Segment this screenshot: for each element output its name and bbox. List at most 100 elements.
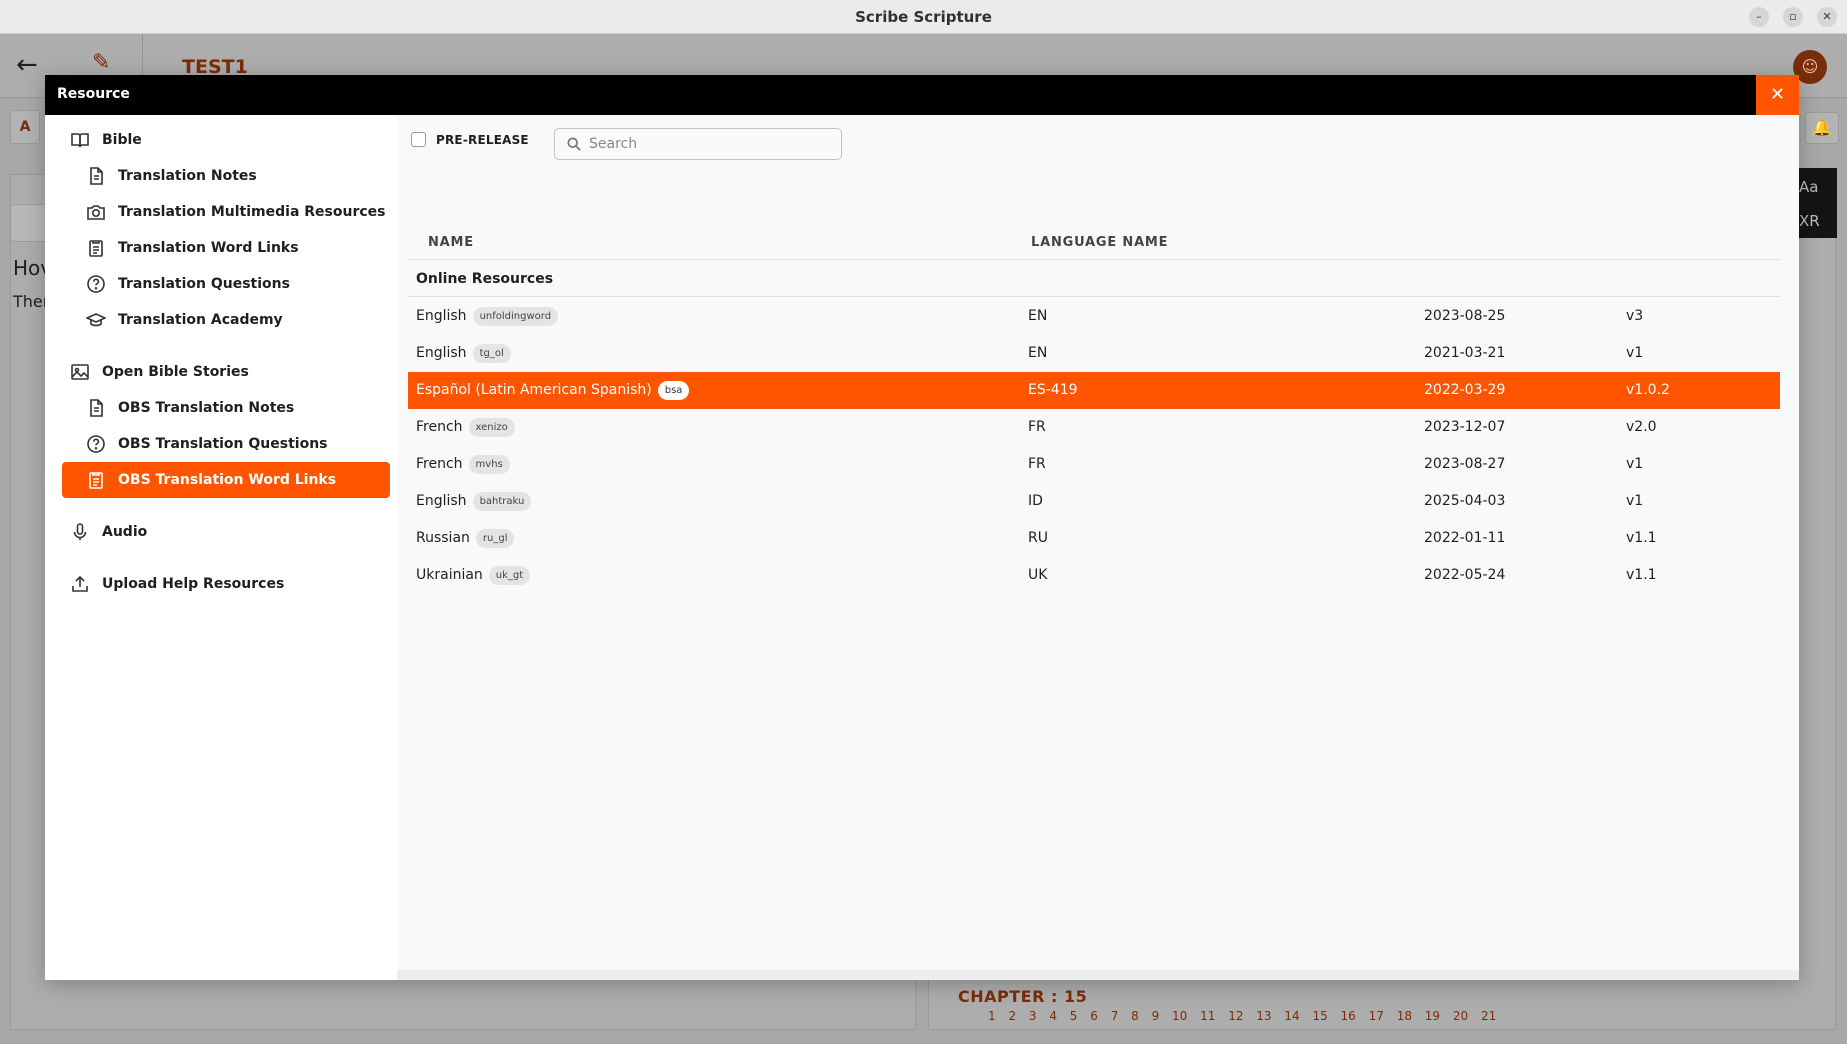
background-tab[interactable]: A [10,110,40,144]
section-label: Online Resources [416,271,554,287]
sidebar-item-label: OBS Translation Questions [118,436,328,452]
document-icon [86,398,106,418]
version: v1.1 [1626,530,1657,546]
column-header-language[interactable]: LANGUAGE NAME [1031,235,1168,250]
sidebar-item-label: Translation Questions [118,276,290,292]
window-titlebar: Scribe Scripture – ▫ ✕ [0,0,1847,34]
resource-name: English [416,345,467,361]
sidebar-item-translation-questions[interactable]: Translation Questions [62,266,390,302]
sidebar-item-bible[interactable]: Bible [62,122,390,158]
resource-name: English [416,493,467,509]
release-date: 2023-08-27 [1424,456,1506,472]
clipboard-icon [86,238,106,258]
table-row[interactable]: French xenizo FR 2023-12-07 v2.0 [408,409,1780,446]
table-row[interactable]: French mvhs FR 2023-08-27 v1 [408,446,1780,483]
language-code: EN [1028,308,1048,324]
modal-title: Resource [57,86,130,102]
prerelease-label: PRE-RELEASE [436,132,529,147]
owner-tag: uk_gt [488,566,531,585]
resource-name-cell: English bahtraku [416,483,532,520]
back-arrow-icon[interactable]: ← [16,50,38,80]
language-code: ID [1028,493,1043,509]
prerelease-toggle[interactable]: PRE-RELEASE [411,132,529,147]
sidebar-item-obs-translation-notes[interactable]: OBS Translation Notes [62,390,390,426]
owner-tag: xenizo [468,418,515,437]
horizontal-scrollbar[interactable] [397,970,1799,980]
release-date: 2022-03-29 [1424,382,1506,398]
sidebar-item-label: Open Bible Stories [102,364,249,380]
table-row[interactable]: English tg_ol EN 2021-03-21 v1 [408,335,1780,372]
background-body-text: Ther [13,292,50,311]
sidebar-item-translation-multimedia-resources[interactable]: Translation Multimedia Resources [62,194,390,230]
window-title: Scribe Scripture [855,8,992,26]
camera-icon [86,202,106,222]
upload-icon [70,574,90,594]
resource-name-cell: English tg_ol [416,335,511,372]
table-row[interactable]: Russian ru_gl RU 2022-01-11 v1.1 [408,520,1780,557]
background-input[interactable] [10,204,50,242]
book-icon [70,130,90,150]
sidebar-item-open-bible-stories[interactable]: Open Bible Stories [62,354,390,390]
section-header-online-resources: Online Resources [408,260,1780,297]
version: v1 [1626,456,1644,472]
release-date: 2025-04-03 [1424,493,1506,509]
font-size-tool[interactable]: Aa [1799,174,1837,208]
language-code: UK [1028,567,1048,583]
resource-name: Español (Latin American Spanish) [416,382,652,398]
resource-name: French [416,456,463,472]
sidebar-item-upload-help-resources[interactable]: Upload Help Resources [62,566,390,602]
prerelease-checkbox[interactable] [411,132,426,147]
release-date: 2021-03-21 [1424,345,1506,361]
search-box[interactable] [554,128,842,160]
table-row[interactable]: English bahtraku ID 2025-04-03 v1 [408,483,1780,520]
image-icon [70,362,90,382]
search-icon [567,137,581,151]
question-circle-icon [86,274,106,294]
sidebar-item-audio[interactable]: Audio [62,514,390,550]
sidebar-item-obs-translation-word-links[interactable]: OBS Translation Word Links [62,462,390,498]
sidebar-item-label: Translation Word Links [118,240,299,256]
sidebar-item-label: Translation Notes [118,168,257,184]
language-code: RU [1028,530,1048,546]
sidebar-item-label: Translation Academy [118,312,283,328]
resource-name: Ukrainian [416,567,483,583]
search-input[interactable] [589,136,829,152]
table-row[interactable]: English unfoldingword EN 2023-08-25 v3 [408,298,1780,335]
side-tools: Aa XR [1797,168,1837,238]
resource-name-cell: Russian ru_gl [416,520,515,557]
sidebar-item-translation-word-links[interactable]: Translation Word Links [62,230,390,266]
owner-tag: ru_gl [475,529,515,548]
verse-numbers[interactable]: 1 2 3 4 5 6 7 8 9 10 11 12 13 14 15 16 1… [988,1009,1496,1023]
close-icon[interactable]: ✕ [1756,75,1799,115]
sidebar-item-translation-academy[interactable]: Translation Academy [62,302,390,338]
sidebar-item-label: OBS Translation Word Links [118,472,337,488]
clipboard-icon [86,470,106,490]
bell-icon[interactable]: 🔔 [1805,112,1839,144]
table-row-selected[interactable]: Español (Latin American Spanish) bsa ES-4… [408,372,1780,409]
sidebar-item-label: OBS Translation Notes [118,400,295,416]
owner-tag: tg_ol [472,344,511,363]
version: v1 [1626,493,1644,509]
graduation-cap-icon [85,310,107,330]
maximize-button[interactable]: ▫ [1783,7,1803,27]
language-code: EN [1028,345,1048,361]
sidebar-item-translation-notes[interactable]: Translation Notes [62,158,390,194]
close-window-button[interactable]: ✕ [1817,7,1837,27]
table-row[interactable]: Ukrainian uk_gt UK 2022-05-24 v1.1 [408,557,1780,594]
column-header-name[interactable]: NAME [428,235,474,250]
owner-tag: mvhs [468,455,510,474]
sidebar-item-obs-translation-questions[interactable]: OBS Translation Questions [62,426,390,462]
cross-reference-tool[interactable]: XR [1799,208,1837,242]
pen-logo-icon: ✎ [92,50,111,75]
owner-tag: bsa [657,381,690,400]
release-date: 2022-01-11 [1424,530,1506,546]
resource-name-cell: English unfoldingword [416,298,559,335]
version: v3 [1626,308,1644,324]
microphone-icon [70,522,90,542]
resource-name: French [416,419,463,435]
sidebar-item-label: Translation Multimedia Resources [118,204,386,220]
resource-name: Russian [416,530,470,546]
chapter-label: CHAPTER : 15 [958,987,1088,1006]
language-code: FR [1028,456,1046,472]
minimize-button[interactable]: – [1749,7,1769,27]
